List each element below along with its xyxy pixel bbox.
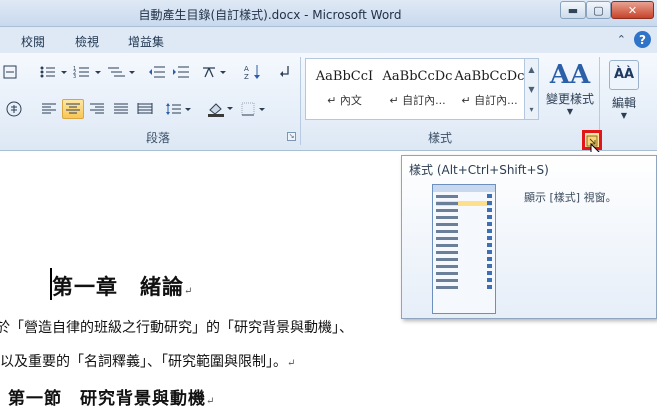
ribbon-tabs: 校閱 檢視 增益集 ⌃ ?	[0, 27, 657, 53]
close-button[interactable]: ✕	[611, 1, 654, 19]
styles-tooltip: 樣式 (Alt+Ctrl+Shift+S) 顯示 [樣式] 視窗。	[401, 155, 657, 319]
section-heading[interactable]: 第一節 研究背景與動機↵	[8, 384, 215, 409]
change-styles-icon: AA	[549, 60, 591, 90]
body-text: 以及重要的「名詞釋義」、「研究範圍與限制」。	[0, 354, 287, 370]
tab-view[interactable]: 檢視	[75, 33, 99, 50]
scroll-up-icon[interactable]: ▲	[528, 65, 534, 74]
svg-text:A: A	[244, 65, 249, 73]
decrease-indent-button[interactable]	[146, 62, 168, 82]
style-name: ↵ 自訂內...	[461, 94, 518, 107]
distributed-button[interactable]	[134, 99, 156, 119]
style-custom-2[interactable]: AaBbCcDc ↵ 自訂內...	[453, 59, 526, 119]
chapter-heading[interactable]: 第一章 緒論↵	[52, 271, 193, 301]
multilevel-list-button[interactable]	[106, 62, 138, 82]
chinese-layout-button[interactable]	[200, 62, 230, 82]
align-center-button[interactable]	[62, 99, 84, 119]
style-name: ↵ 自訂內...	[389, 94, 446, 107]
body-line[interactable]: 於「營造自律的班級之行動研究」的「研究背景與動機」、	[0, 317, 353, 337]
editing-label: 編輯	[611, 96, 636, 110]
minimize-icon: ▬	[567, 3, 579, 17]
gallery-scroll[interactable]: ▲ ▼ ▾	[524, 59, 538, 119]
pane-thumbnail-title	[433, 185, 495, 192]
bullets-button[interactable]	[38, 62, 70, 82]
paragraph-mark-icon: ↵	[206, 396, 216, 407]
paragraph-mark-icon: ↵	[184, 286, 194, 297]
minimize-ribbon-icon[interactable]: ⌃	[617, 33, 626, 46]
tooltip-description: 顯示 [樣式] 視窗。	[524, 191, 617, 204]
line-spacing-button[interactable]	[164, 99, 194, 119]
tooltip-title: 樣式 (Alt+Ctrl+Shift+S)	[409, 163, 549, 177]
svg-text:3: 3	[73, 74, 76, 79]
increase-indent-button[interactable]	[170, 62, 192, 82]
svg-text:Z: Z	[244, 73, 249, 80]
body-line[interactable]: 以及重要的「名詞釋義」、「研究範圍與限制」。↵	[0, 351, 295, 371]
minimize-button[interactable]: ▬	[560, 1, 586, 19]
shading-button[interactable]	[206, 99, 236, 119]
borders-button[interactable]	[240, 99, 270, 119]
phonetic-guide-icon[interactable]	[4, 99, 24, 119]
align-right-button[interactable]	[86, 99, 108, 119]
style-sample: AaBbCcDc	[454, 69, 525, 84]
styles-group-label: 樣式	[428, 131, 453, 145]
align-left-button[interactable]	[38, 99, 60, 119]
style-name: ↵ 內文	[327, 94, 362, 107]
chevron-down-icon: ▼	[566, 107, 574, 116]
editing-button[interactable]: ÀÀ 編輯 ▼	[604, 60, 644, 120]
change-styles-label: 變更樣式	[545, 92, 594, 106]
close-icon: ✕	[627, 3, 638, 17]
window-title: 自動產生目錄(自訂樣式).docx - Microsoft Word	[138, 8, 402, 22]
heading-text: 第一章 緒論	[52, 274, 184, 299]
styles-pane-thumbnail	[432, 184, 496, 314]
paragraph-mark-icon: ↵	[287, 358, 296, 369]
style-normal[interactable]: AaBbCcI ↵ 內文	[308, 59, 381, 119]
styles-gallery: AaBbCcI ↵ 內文 AaBbCcDc ↵ 自訂內... AaBbCcDc …	[305, 58, 539, 120]
scroll-down-icon[interactable]: ▼	[528, 85, 534, 94]
chevron-down-icon: ▼	[620, 111, 628, 120]
style-sample: AaBbCcDc	[382, 69, 453, 84]
numbering-button[interactable]: 123	[72, 62, 104, 82]
binoculars-icon: ÀÀ	[609, 60, 639, 90]
show-marks-button[interactable]	[276, 62, 296, 82]
gallery-more-icon[interactable]: ▾	[529, 105, 533, 114]
style-custom-1[interactable]: AaBbCcDc ↵ 自訂內...	[381, 59, 454, 119]
maximize-icon: ▢	[593, 3, 604, 17]
paragraph-dialog-launcher[interactable]: ↘	[287, 132, 296, 141]
style-sample: AaBbCcI	[315, 69, 374, 84]
tab-review[interactable]: 校閱	[21, 33, 45, 50]
help-icon[interactable]: ?	[634, 31, 651, 48]
paragraph-group-label: 段落	[146, 131, 171, 145]
justify-button[interactable]	[110, 99, 132, 119]
group-separator	[300, 57, 301, 145]
change-styles-button[interactable]: AA 變更樣式 ▼	[541, 60, 599, 116]
maximize-button[interactable]: ▢	[586, 1, 611, 19]
asian-layout-icon[interactable]	[2, 62, 18, 82]
tab-addins[interactable]: 增益集	[128, 33, 164, 50]
sort-button[interactable]: AZ	[242, 62, 264, 82]
heading-text: 第一節 研究背景與動機	[8, 389, 206, 409]
title-bar: 自動產生目錄(自訂樣式).docx - Microsoft Word ▬ ▢ ✕	[0, 0, 657, 27]
